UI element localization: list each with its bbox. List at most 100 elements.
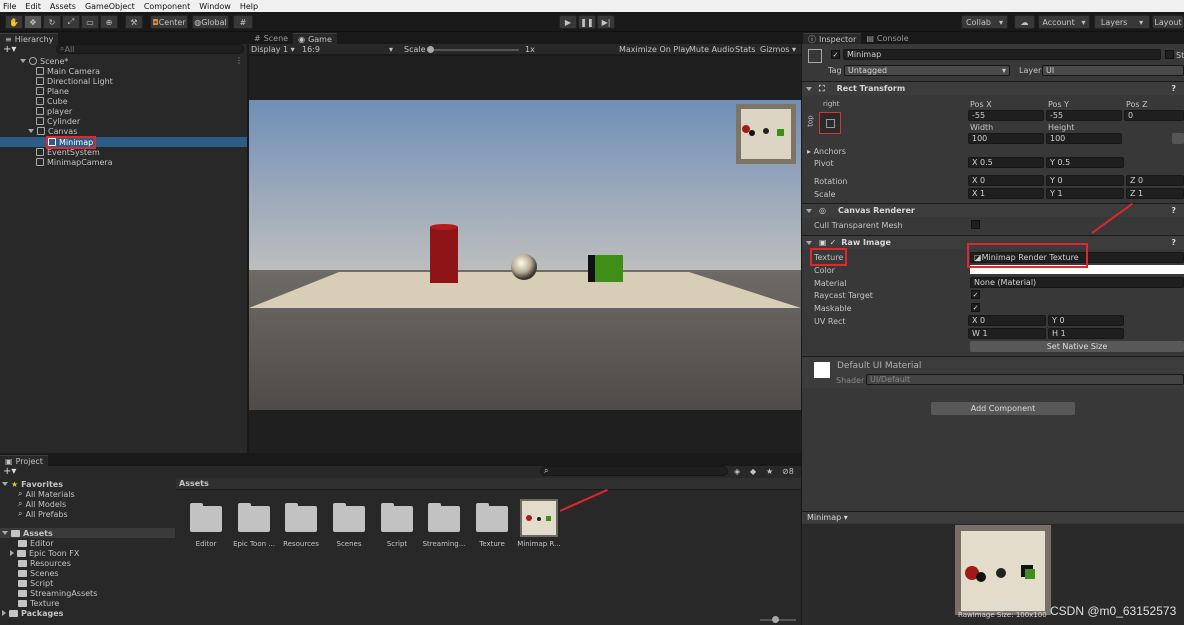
play-button[interactable]: ▶ <box>559 15 577 29</box>
help-icon[interactable]: ? <box>1171 206 1176 215</box>
menu-file[interactable]: File <box>3 2 16 11</box>
object-name-field[interactable]: Minimap <box>843 49 1161 60</box>
enabled-check-icon[interactable]: ✓ <box>830 238 837 247</box>
scale-slider-handle[interactable] <box>427 46 434 53</box>
project-breadcrumb[interactable]: Assets <box>176 478 801 490</box>
asset-folder-resources[interactable] <box>285 503 317 532</box>
hierarchy-item-main-camera[interactable]: Main Camera <box>0 66 247 76</box>
hidden-packages-icon[interactable]: ⊘8 <box>782 467 794 476</box>
pos-y-field[interactable]: -55 <box>1046 110 1122 121</box>
tree-folder-epic-toon-fx[interactable]: Epic Toon FX <box>0 548 175 558</box>
anchors-foldout[interactable]: ▸ Anchors <box>807 147 846 156</box>
height-field[interactable]: 100 <box>1046 133 1122 144</box>
rotate-tool-icon[interactable]: ↻ <box>43 15 61 29</box>
tab-console[interactable]: ▤ Console <box>861 33 914 44</box>
asset-folder-script[interactable] <box>381 503 413 532</box>
asset-folder-epic-toon[interactable] <box>238 503 270 532</box>
material-object-field[interactable]: None (Material) <box>970 277 1184 288</box>
move-tool-icon[interactable]: ✥ <box>24 15 42 29</box>
hierarchy-item-minimapcamera[interactable]: MinimapCamera <box>0 157 247 167</box>
asset-folder-scenes[interactable] <box>333 503 365 532</box>
transform-tool-icon[interactable]: ⊕ <box>100 15 118 29</box>
create-asset-icon[interactable]: +▾ <box>3 466 16 477</box>
hierarchy-search-input[interactable]: ⌕ All <box>56 44 244 54</box>
rect-tool-icon[interactable]: ▭ <box>81 15 99 29</box>
pivot-global-button[interactable]: ◍ Global <box>192 15 229 29</box>
pos-x-field[interactable]: -55 <box>968 110 1044 121</box>
asset-folder-texture[interactable] <box>476 503 508 532</box>
layout-dropdown[interactable]: Layout <box>1152 15 1184 29</box>
tab-inspector[interactable]: ⓘ Inspector <box>803 33 862 44</box>
tree-folder-script[interactable]: Script <box>0 578 175 588</box>
custom-tool-icon[interactable]: ⚒ <box>125 15 143 29</box>
menu-assets[interactable]: Assets <box>50 2 76 11</box>
menu-edit[interactable]: Edit <box>25 2 41 11</box>
assets-root-row[interactable]: Assets <box>0 528 175 538</box>
uv-y-field[interactable]: Y 0 <box>1048 315 1124 326</box>
hierarchy-item-canvas[interactable]: Canvas <box>0 126 247 136</box>
filter-label-icon[interactable]: ◆ <box>750 467 756 476</box>
favorite-all-prefabs[interactable]: ⌕ All Prefabs <box>0 509 175 519</box>
hierarchy-item-plane[interactable]: Plane <box>0 86 247 96</box>
hierarchy-item-cylinder[interactable]: Cylinder <box>0 116 247 126</box>
raw-image-header[interactable]: ▣ ✓ Raw Image ? <box>802 235 1184 249</box>
texture-object-field[interactable]: ◪ Minimap Render Texture <box>970 252 1184 263</box>
scale-z-field[interactable]: Z 1 <box>1126 188 1184 199</box>
asset-folder-streaming[interactable] <box>428 503 460 532</box>
color-swatch[interactable] <box>970 265 1184 274</box>
favorite-star-icon[interactable]: ★ <box>766 467 773 476</box>
active-checkbox[interactable]: ✓ <box>831 50 840 59</box>
filter-type-icon[interactable]: ◈ <box>734 467 740 476</box>
packages-row[interactable]: Packages <box>0 608 175 618</box>
add-icon[interactable]: +▾ <box>3 44 19 55</box>
tree-folder-scenes[interactable]: Scenes <box>0 568 175 578</box>
tree-folder-texture[interactable]: Texture <box>0 598 175 608</box>
asset-render-texture-thumbnail[interactable] <box>520 499 558 537</box>
tab-game[interactable]: ◉ Game <box>293 33 337 44</box>
asset-folder-editor[interactable] <box>190 503 222 532</box>
hierarchy-item-minimap[interactable]: Minimap <box>0 137 247 147</box>
display-dropdown[interactable]: Display 1 ▾ <box>251 45 295 54</box>
pivot-y-field[interactable]: Y 0.5 <box>1046 157 1124 168</box>
static-checkbox[interactable] <box>1165 50 1174 59</box>
hierarchy-item-player[interactable]: player <box>0 106 247 116</box>
help-icon[interactable]: ? <box>1171 238 1176 247</box>
scale-slider[interactable] <box>429 49 519 51</box>
mute-audio-toggle[interactable]: Mute Audio <box>689 45 734 54</box>
blueprint-mode-button[interactable] <box>1172 133 1184 144</box>
collab-button[interactable]: Collab ▾ <box>961 15 1008 29</box>
tab-project[interactable]: ▣ Project <box>0 455 48 466</box>
hierarchy-item-directional-light[interactable]: Directional Light <box>0 76 247 86</box>
project-search-input[interactable]: ⌕ <box>540 466 728 476</box>
stats-toggle[interactable]: Stats <box>735 45 755 54</box>
cull-checkbox[interactable] <box>971 220 980 229</box>
favorites-row[interactable]: ★ Favorites <box>0 479 175 489</box>
scene-row[interactable]: Scene* <box>0 56 247 66</box>
maskable-checkbox[interactable]: ✓ <box>971 303 980 312</box>
scale-y-field[interactable]: Y 1 <box>1046 188 1124 199</box>
account-dropdown[interactable]: Account ▾ <box>1038 15 1090 29</box>
anchor-preset-button[interactable] <box>819 112 841 134</box>
maximize-on-play-toggle[interactable]: Maximize On Play <box>619 45 690 54</box>
raycast-checkbox[interactable]: ✓ <box>971 290 980 299</box>
tag-dropdown[interactable]: Untagged ▾ <box>844 65 1010 76</box>
favorite-all-models[interactable]: ⌕ All Models <box>0 499 175 509</box>
preview-header[interactable]: Minimap ▾ <box>802 511 1184 523</box>
pause-button[interactable]: ❚❚ <box>578 15 596 29</box>
uv-h-field[interactable]: H 1 <box>1048 328 1124 339</box>
tab-scene[interactable]: # Scene <box>249 33 294 44</box>
add-component-button[interactable]: Add Component <box>931 402 1075 415</box>
tab-hierarchy[interactable]: ≡ Hierarchy <box>0 33 59 44</box>
width-field[interactable]: 100 <box>968 133 1044 144</box>
pivot-x-field[interactable]: X 0.5 <box>968 157 1044 168</box>
rotation-y-field[interactable]: Y 0 <box>1046 175 1124 186</box>
menu-gameobject[interactable]: GameObject <box>85 2 135 11</box>
hand-tool-icon[interactable]: ✋ <box>5 15 23 29</box>
menu-component[interactable]: Component <box>144 2 190 11</box>
scale-tool-icon[interactable]: ⤢ <box>62 15 80 29</box>
menu-help[interactable]: Help <box>240 2 258 11</box>
snap-icon[interactable]: # <box>233 15 253 29</box>
help-icon[interactable]: ? <box>1171 84 1176 93</box>
pos-z-field[interactable]: 0 <box>1124 110 1184 121</box>
menu-window[interactable]: Window <box>199 2 231 11</box>
